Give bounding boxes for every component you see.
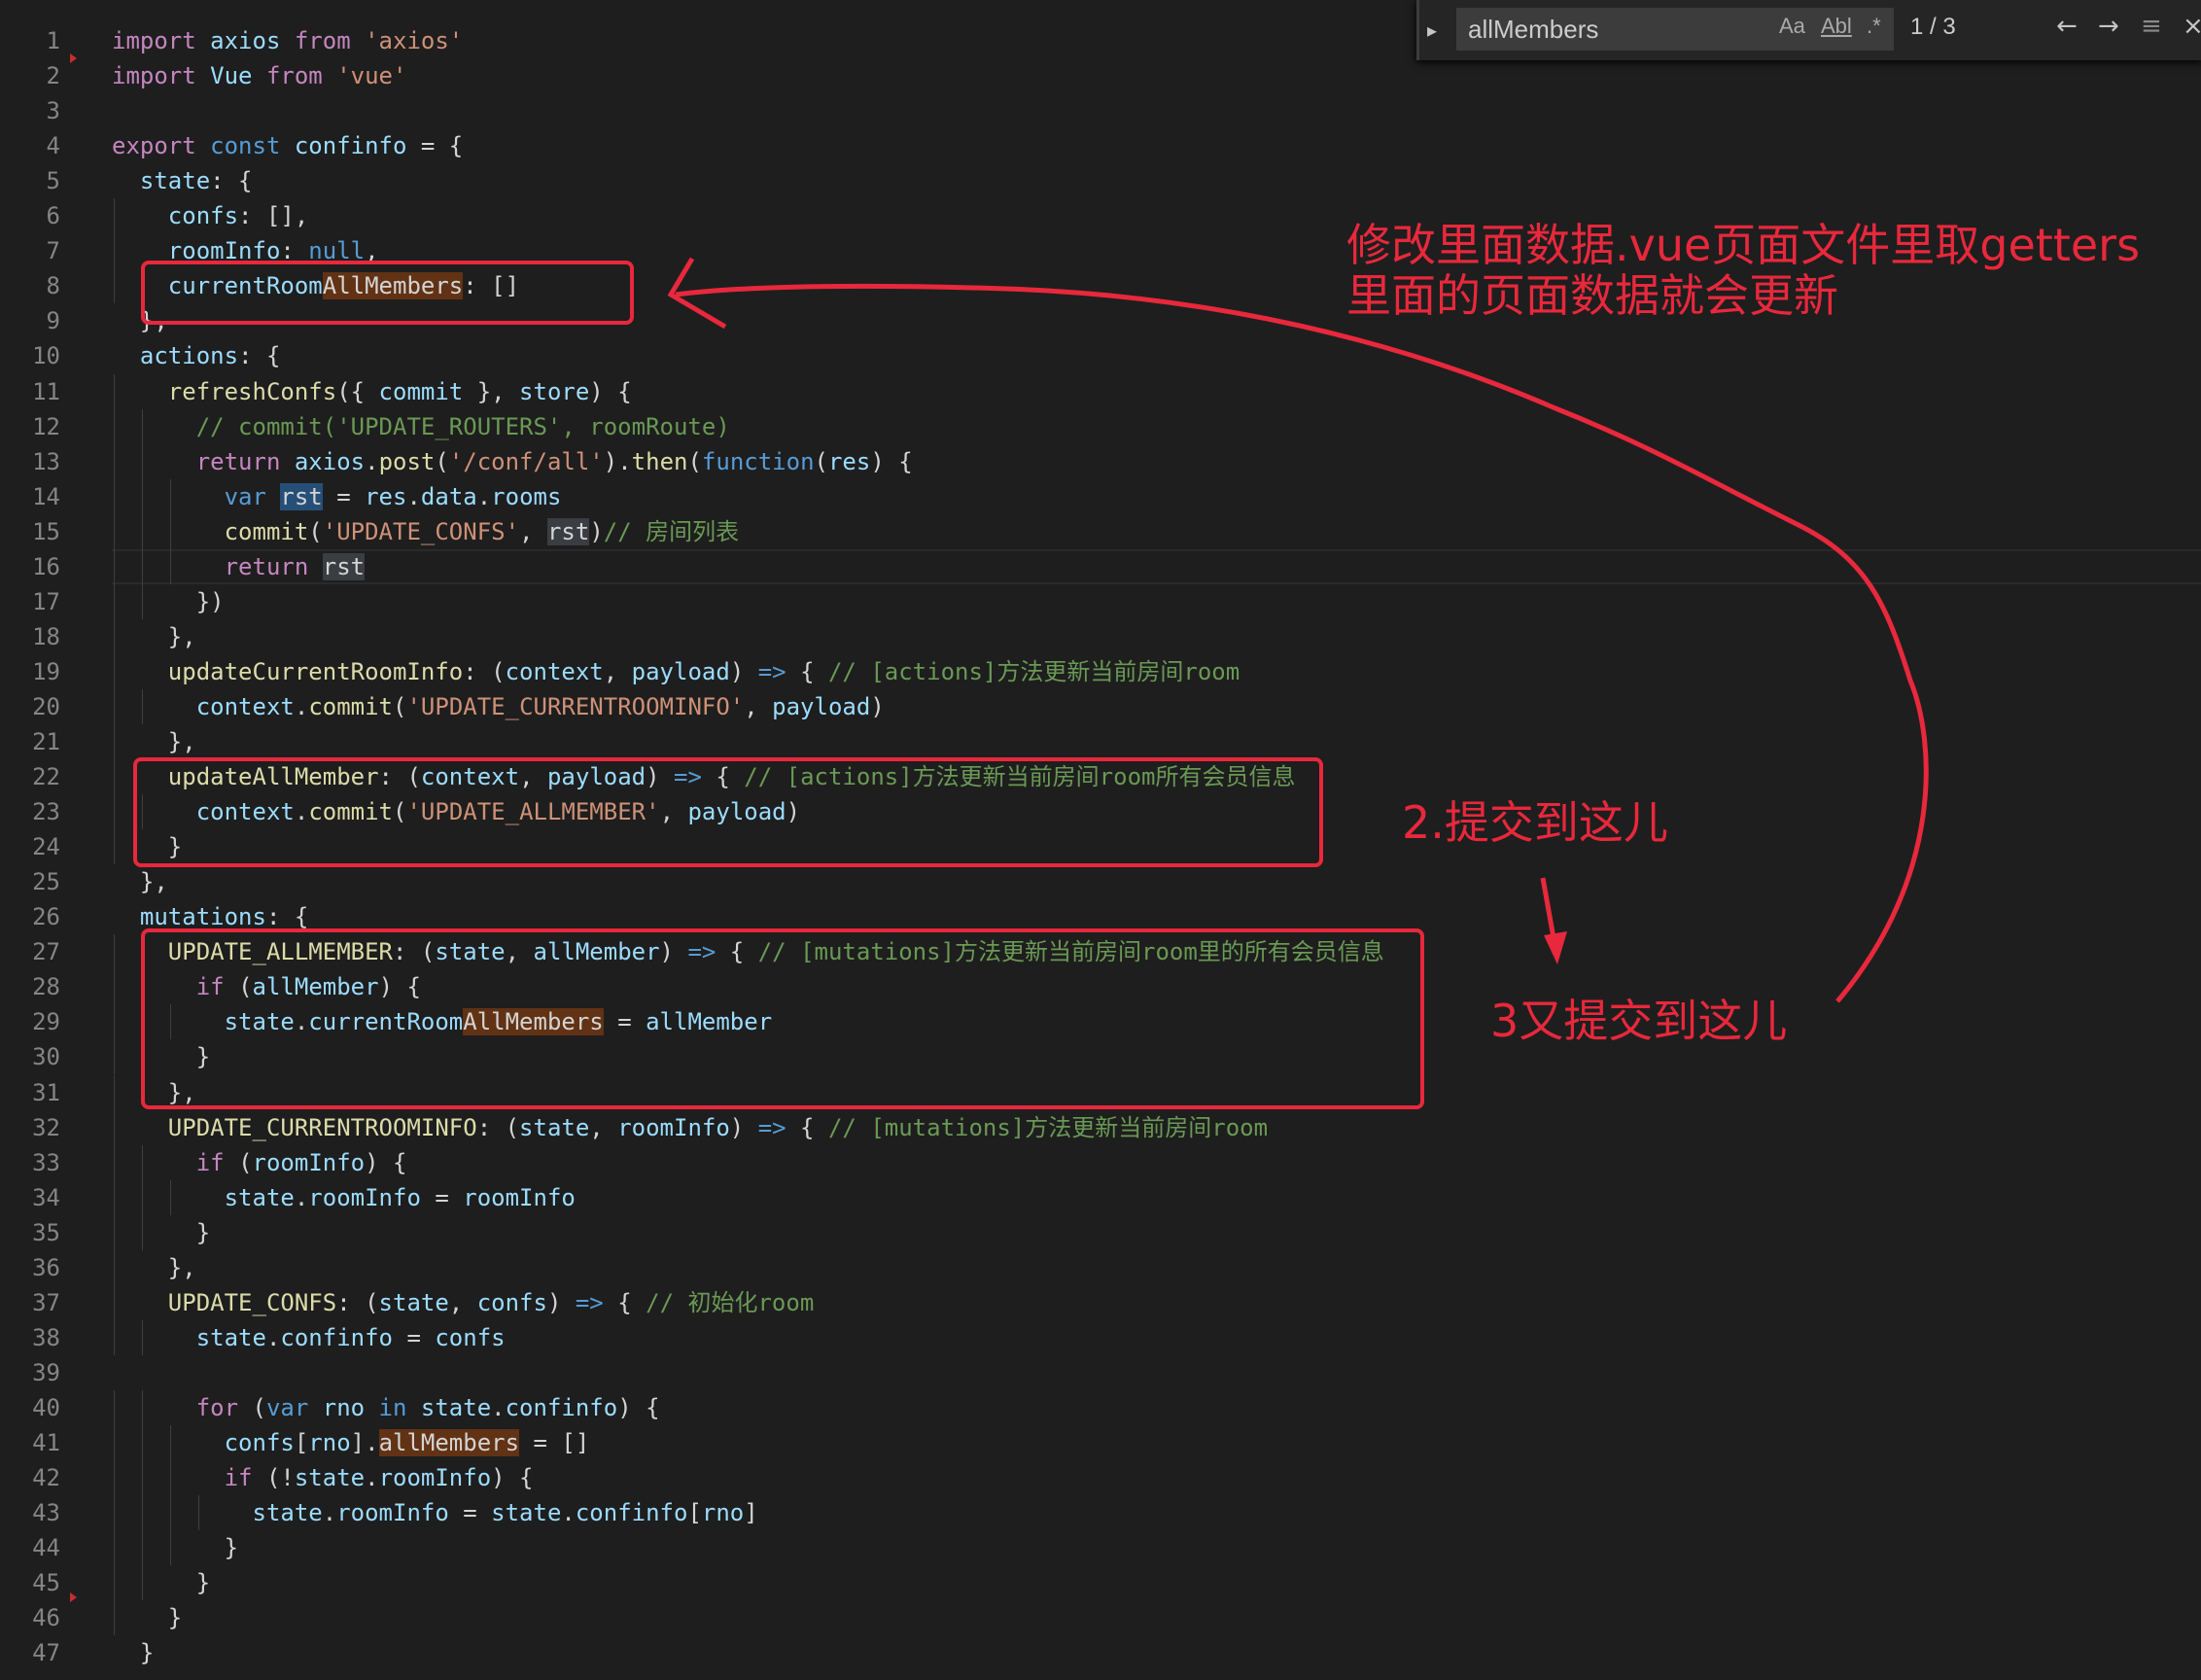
annotation-arrows — [667, 257, 1929, 1003]
annotation-curve-arrow — [675, 283, 1929, 1003]
annotation-down-arrowhead — [1544, 931, 1567, 964]
